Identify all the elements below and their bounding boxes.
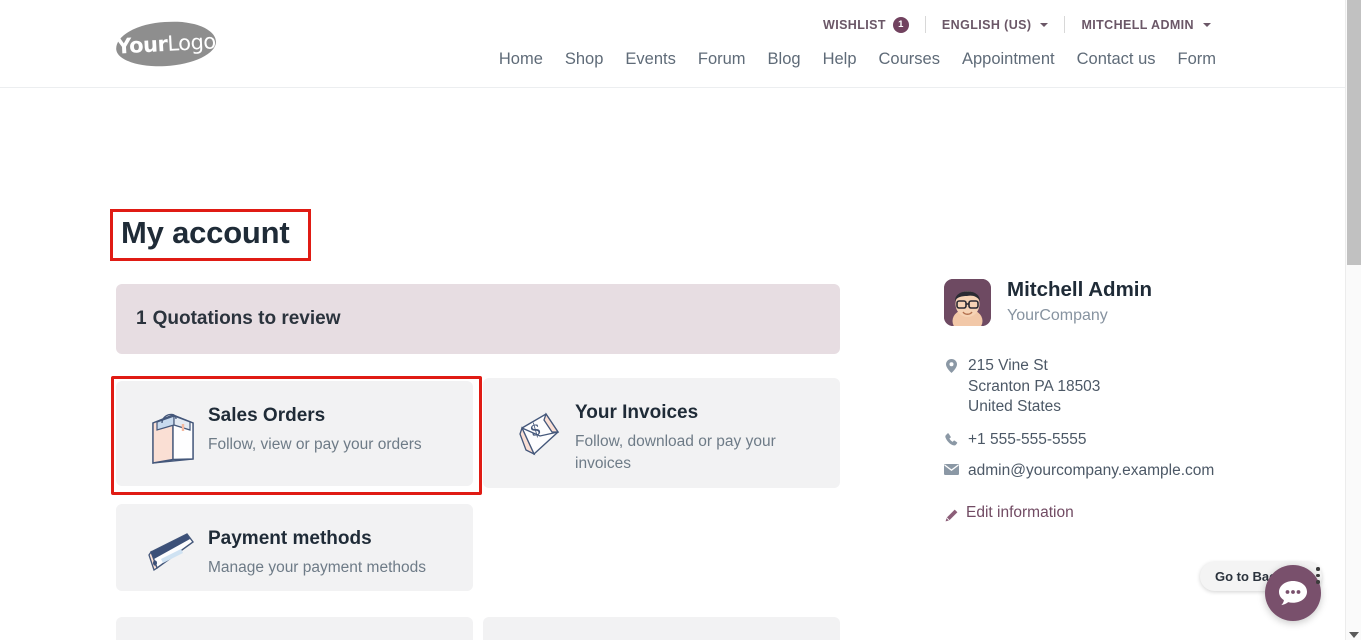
wishlist-link[interactable]: WISHLIST 1 xyxy=(807,16,925,33)
phone-icon xyxy=(944,430,959,446)
quotations-count: 1 xyxy=(136,308,147,329)
user-info-sidebar: Mitchell Admin YourCompany 215 Vine St S… xyxy=(944,278,1274,524)
card-payment-methods[interactable]: Payment methods Manage your payment meth… xyxy=(116,504,473,591)
contact-details: 215 Vine St Scranton PA 18503 United Sta… xyxy=(944,356,1274,524)
nav-item-courses[interactable]: Courses xyxy=(868,50,951,69)
language-label: ENGLISH (US) xyxy=(941,17,1032,32)
map-pin-icon xyxy=(944,356,959,374)
language-selector[interactable]: ENGLISH (US) xyxy=(926,18,1065,32)
shopping-bag-icon xyxy=(136,403,208,467)
address-line-2: Scranton PA 18503 xyxy=(968,377,1101,395)
phone-value: +1 555-555-5555 xyxy=(968,431,1087,449)
page-root: YourLogo WISHLIST 1 ENGLISH (US) MITCHEL… xyxy=(0,0,1345,640)
logo[interactable]: YourLogo xyxy=(114,19,218,69)
address-line-3: United States xyxy=(968,398,1062,416)
edit-information-link[interactable]: Edit information xyxy=(944,503,1274,524)
card-sales-orders[interactable]: Sales Orders Follow, view or pay your or… xyxy=(116,381,473,486)
pencil-icon xyxy=(944,506,959,522)
nav-item-forum[interactable]: Forum xyxy=(687,50,757,69)
logo-text-bold: Your xyxy=(115,31,168,59)
wishlist-label: WISHLIST xyxy=(823,17,886,32)
email-value: admin@yourcompany.example.com xyxy=(968,461,1215,479)
avatar xyxy=(944,278,991,326)
kebab-menu-icon[interactable] xyxy=(1316,567,1320,584)
wishlist-count-badge: 1 xyxy=(892,16,909,33)
nav-item-events[interactable]: Events xyxy=(614,50,686,69)
logo-text-light: Logo xyxy=(166,29,217,56)
address-row: 215 Vine St Scranton PA 18503 United Sta… xyxy=(944,356,1274,418)
scrollbar-thumb[interactable] xyxy=(1347,0,1361,265)
card-tasks[interactable]: Tasks Follow and comments tasks of your … xyxy=(483,617,840,640)
page-title: My account xyxy=(121,215,290,250)
chat-bubble-icon[interactable] xyxy=(1265,565,1321,621)
user-company: YourCompany xyxy=(1007,306,1108,324)
nav-item-shop[interactable]: Shop xyxy=(554,50,615,69)
invoice-envelope-icon: $ xyxy=(503,400,575,464)
card-title: Your Invoices xyxy=(575,402,699,423)
address-line-1: 215 Vine St xyxy=(968,357,1048,375)
phone-row: +1 555-555-5555 xyxy=(944,430,1274,451)
user-menu[interactable]: MITCHELL ADMIN xyxy=(1065,18,1227,32)
user-name: Mitchell Admin xyxy=(1007,278,1153,301)
chevron-down-icon xyxy=(1040,22,1049,27)
vertical-scrollbar[interactable] xyxy=(1345,0,1361,640)
main-navigation: Home Shop Events Forum Blog Help Courses… xyxy=(488,50,1227,69)
nav-item-blog[interactable]: Blog xyxy=(757,50,812,69)
card-title: Sales Orders xyxy=(208,405,326,426)
user-summary: Mitchell Admin YourCompany xyxy=(944,278,1274,326)
top-utility-bar: WISHLIST 1 ENGLISH (US) MITCHELL ADMIN xyxy=(807,16,1227,33)
site-header: YourLogo WISHLIST 1 ENGLISH (US) MITCHEL… xyxy=(0,0,1345,88)
quotations-label: Quotations to review xyxy=(152,308,341,329)
chevron-down-icon xyxy=(1203,22,1211,27)
edit-information-label: Edit information xyxy=(966,504,1074,522)
credit-card-icon xyxy=(136,526,208,580)
envelope-icon xyxy=(944,461,959,475)
nav-item-form[interactable]: Form xyxy=(1167,50,1228,69)
card-projects[interactable]: Projects Follow the evolution of your pr… xyxy=(116,617,473,640)
scroll-down-arrow-icon[interactable] xyxy=(1349,632,1359,638)
user-menu-label: MITCHELL ADMIN xyxy=(1081,17,1194,32)
quotations-to-review-banner[interactable]: 1 Quotations to review xyxy=(116,284,840,354)
nav-item-contact-us[interactable]: Contact us xyxy=(1066,50,1167,69)
card-subtitle: Manage your payment methods xyxy=(208,558,426,576)
nav-item-appointment[interactable]: Appointment xyxy=(951,50,1066,69)
nav-item-help[interactable]: Help xyxy=(812,50,868,69)
logo-icon: YourLogo xyxy=(114,19,218,69)
card-your-invoices[interactable]: $ Your Invoices Follow, download or pay … xyxy=(483,378,840,488)
nav-item-home[interactable]: Home xyxy=(488,50,554,69)
card-title: Payment methods xyxy=(208,528,372,549)
email-row: admin@yourcompany.example.com xyxy=(944,461,1274,482)
card-subtitle: Follow, view or pay your orders xyxy=(208,435,422,453)
card-subtitle: Follow, download or pay your invoices xyxy=(575,432,776,472)
page-title-highlight: My account xyxy=(110,209,311,261)
